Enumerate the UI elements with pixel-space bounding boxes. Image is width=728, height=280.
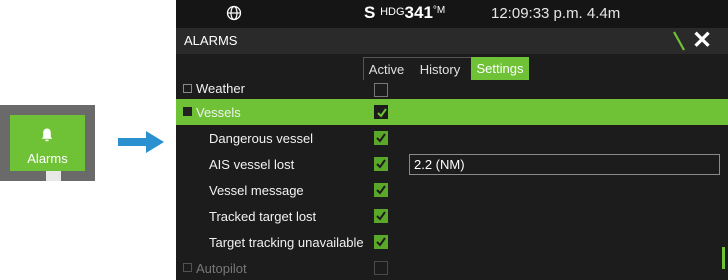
check-icon — [376, 159, 386, 169]
row-label: Tracked target lost — [209, 209, 317, 224]
row-label: Vessel message — [209, 183, 304, 198]
checkbox-dangerous-vessel[interactable] — [374, 131, 388, 145]
alarm-settings-list: Weather Vessels Dangerous vessel AIS ves… — [176, 80, 728, 280]
collapse-icon[interactable] — [183, 107, 192, 116]
page-title: ALARMS — [184, 33, 238, 48]
list-item-vessel-message[interactable]: Vessel message — [176, 177, 728, 203]
time-readout: 12:09:33 p.m. 4.4m — [491, 5, 620, 22]
heading-label: HDG — [380, 6, 405, 18]
row-label: Vessels — [196, 105, 241, 120]
tab-history[interactable]: History — [409, 57, 471, 80]
checkbox-vessel-message[interactable] — [374, 183, 388, 197]
arrow-right-icon — [118, 131, 164, 153]
row-label: Target tracking unavailable — [209, 235, 364, 250]
alarms-tile[interactable]: Alarms — [0, 105, 95, 181]
check-icon — [376, 185, 386, 195]
row-label: Autopilot — [196, 261, 247, 276]
list-item-vessels[interactable]: Vessels — [176, 99, 728, 125]
row-label: Dangerous vessel — [209, 131, 314, 146]
list-item-autopilot[interactable]: Autopilot — [176, 255, 728, 280]
globe-icon[interactable] — [226, 5, 242, 21]
status-bar: S HDG341°M 12:09:33 p.m. 4.4m — [176, 0, 728, 28]
time-value: 12:09:33 p.m. — [491, 5, 583, 22]
check-icon — [377, 108, 387, 118]
checkbox-vessels[interactable] — [374, 105, 388, 119]
bell-icon — [41, 128, 53, 142]
slash-accent-icon — [673, 31, 685, 51]
distance-value: 4.4m — [586, 5, 621, 22]
checkbox-weather[interactable] — [374, 83, 388, 97]
tab-bar: Active History Settings — [176, 54, 728, 80]
checkbox-autopilot[interactable] — [374, 261, 388, 275]
checkbox-target-tracking-unavailable[interactable] — [374, 235, 388, 249]
chartplotter-screen: S HDG341°M 12:09:33 p.m. 4.4m ALARMS ✕ A… — [176, 0, 728, 280]
title-bar: ALARMS ✕ — [176, 26, 728, 55]
tab-settings[interactable]: Settings — [471, 57, 529, 80]
check-icon — [376, 237, 386, 247]
heading-value: 341 — [404, 3, 433, 22]
list-item-ais-vessel-lost[interactable]: AIS vessel lost 2.2 (NM) — [176, 151, 728, 177]
tile-indicator — [46, 171, 61, 181]
checkbox-ais-vessel-lost[interactable] — [374, 157, 388, 171]
list-item-tracked-target-lost[interactable]: Tracked target lost — [176, 203, 728, 229]
list-item-target-tracking-unavailable[interactable]: Target tracking unavailable — [176, 229, 728, 255]
check-icon — [376, 211, 386, 221]
ais-range-value: 2.2 (NM) — [414, 157, 465, 172]
list-item-dangerous-vessel[interactable]: Dangerous vessel — [176, 125, 728, 151]
list-item-weather[interactable]: Weather — [176, 80, 728, 99]
alarms-tile-face[interactable]: Alarms — [10, 115, 85, 171]
check-icon — [376, 133, 386, 143]
heading-readout: S HDG341°M — [364, 3, 445, 23]
expand-icon[interactable] — [183, 263, 192, 272]
heading-prefix: S — [364, 3, 376, 22]
expand-icon[interactable] — [183, 84, 192, 93]
row-label: AIS vessel lost — [209, 157, 295, 172]
close-icon[interactable]: ✕ — [692, 26, 712, 55]
heading-unit: °M — [432, 5, 446, 16]
alarms-tile-label: Alarms — [27, 151, 68, 166]
ais-range-field[interactable]: 2.2 (NM) — [409, 154, 720, 175]
row-label: Weather — [196, 81, 245, 96]
tab-active[interactable]: Active — [363, 57, 409, 80]
checkbox-tracked-target-lost[interactable] — [374, 209, 388, 223]
scrollbar[interactable] — [722, 247, 725, 269]
